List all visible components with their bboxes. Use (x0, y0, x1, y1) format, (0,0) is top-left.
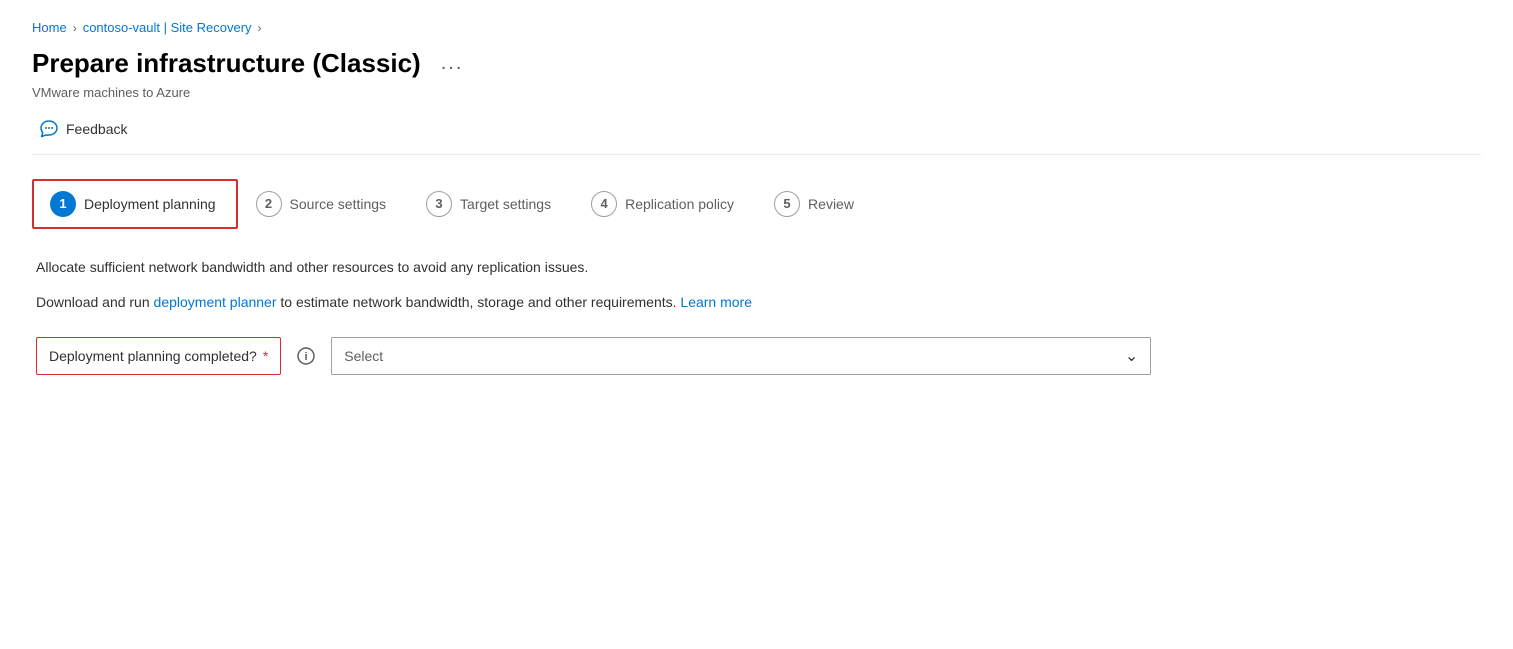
wizard-step-4-num: 4 (591, 191, 617, 217)
form-label: Deployment planning completed? (49, 348, 257, 364)
wizard-step-4-label: Replication policy (625, 196, 734, 212)
wizard-step-5-num: 5 (774, 191, 800, 217)
wizard-step-3[interactable]: 3 Target settings (408, 179, 573, 229)
deployment-planning-select[interactable]: Select ⌄ (331, 337, 1151, 375)
page-title: Prepare infrastructure (Classic) (32, 47, 421, 81)
wizard-step-2[interactable]: 2 Source settings (238, 179, 409, 229)
wizard-step-5[interactable]: 5 Review (756, 179, 876, 229)
breadcrumb-sep-1: › (73, 21, 77, 35)
description-2-prefix: Download and run (36, 294, 154, 310)
content-area: Allocate sufficient network bandwidth an… (32, 257, 1481, 375)
wizard-step-4[interactable]: 4 Replication policy (573, 179, 756, 229)
feedback-bar: Feedback (32, 116, 1481, 155)
wizard-step-1-label: Deployment planning (84, 196, 216, 212)
feedback-label: Feedback (66, 121, 127, 137)
page-container: Home › contoso-vault | Site Recovery › P… (0, 0, 1513, 395)
page-subtitle: VMware machines to Azure (32, 85, 1481, 100)
wizard-step-1[interactable]: 1 Deployment planning (32, 179, 238, 229)
form-row: Deployment planning completed? * i Selec… (36, 337, 1477, 375)
select-placeholder: Select (344, 348, 383, 364)
learn-more-link[interactable]: Learn more (680, 294, 752, 310)
breadcrumb: Home › contoso-vault | Site Recovery › (32, 20, 1481, 35)
breadcrumb-sep-2: › (258, 21, 262, 35)
wizard-step-3-num: 3 (426, 191, 452, 217)
required-star: * (263, 348, 268, 364)
description-2-middle: to estimate network bandwidth, storage a… (277, 294, 681, 310)
wizard-steps: 1 Deployment planning 2 Source settings … (32, 179, 1481, 229)
more-options-button[interactable]: ... (433, 48, 472, 79)
page-title-area: Prepare infrastructure (Classic) ... (32, 47, 1481, 81)
feedback-icon (40, 120, 58, 138)
deployment-planner-link[interactable]: deployment planner (154, 294, 277, 310)
description-1: Allocate sufficient network bandwidth an… (36, 257, 1477, 278)
wizard-step-1-num: 1 (50, 191, 76, 217)
wizard-step-3-label: Target settings (460, 196, 551, 212)
form-label-box: Deployment planning completed? * (36, 337, 281, 375)
breadcrumb-vault[interactable]: contoso-vault | Site Recovery (83, 20, 252, 35)
wizard-step-5-label: Review (808, 196, 854, 212)
svg-text:i: i (305, 351, 308, 363)
feedback-button[interactable]: Feedback (32, 116, 135, 142)
wizard-step-2-label: Source settings (290, 196, 387, 212)
breadcrumb-home[interactable]: Home (32, 20, 67, 35)
info-icon[interactable]: i (297, 347, 315, 365)
wizard-step-2-num: 2 (256, 191, 282, 217)
chevron-down-icon: ⌄ (1125, 346, 1138, 366)
description-2: Download and run deployment planner to e… (36, 292, 1477, 313)
